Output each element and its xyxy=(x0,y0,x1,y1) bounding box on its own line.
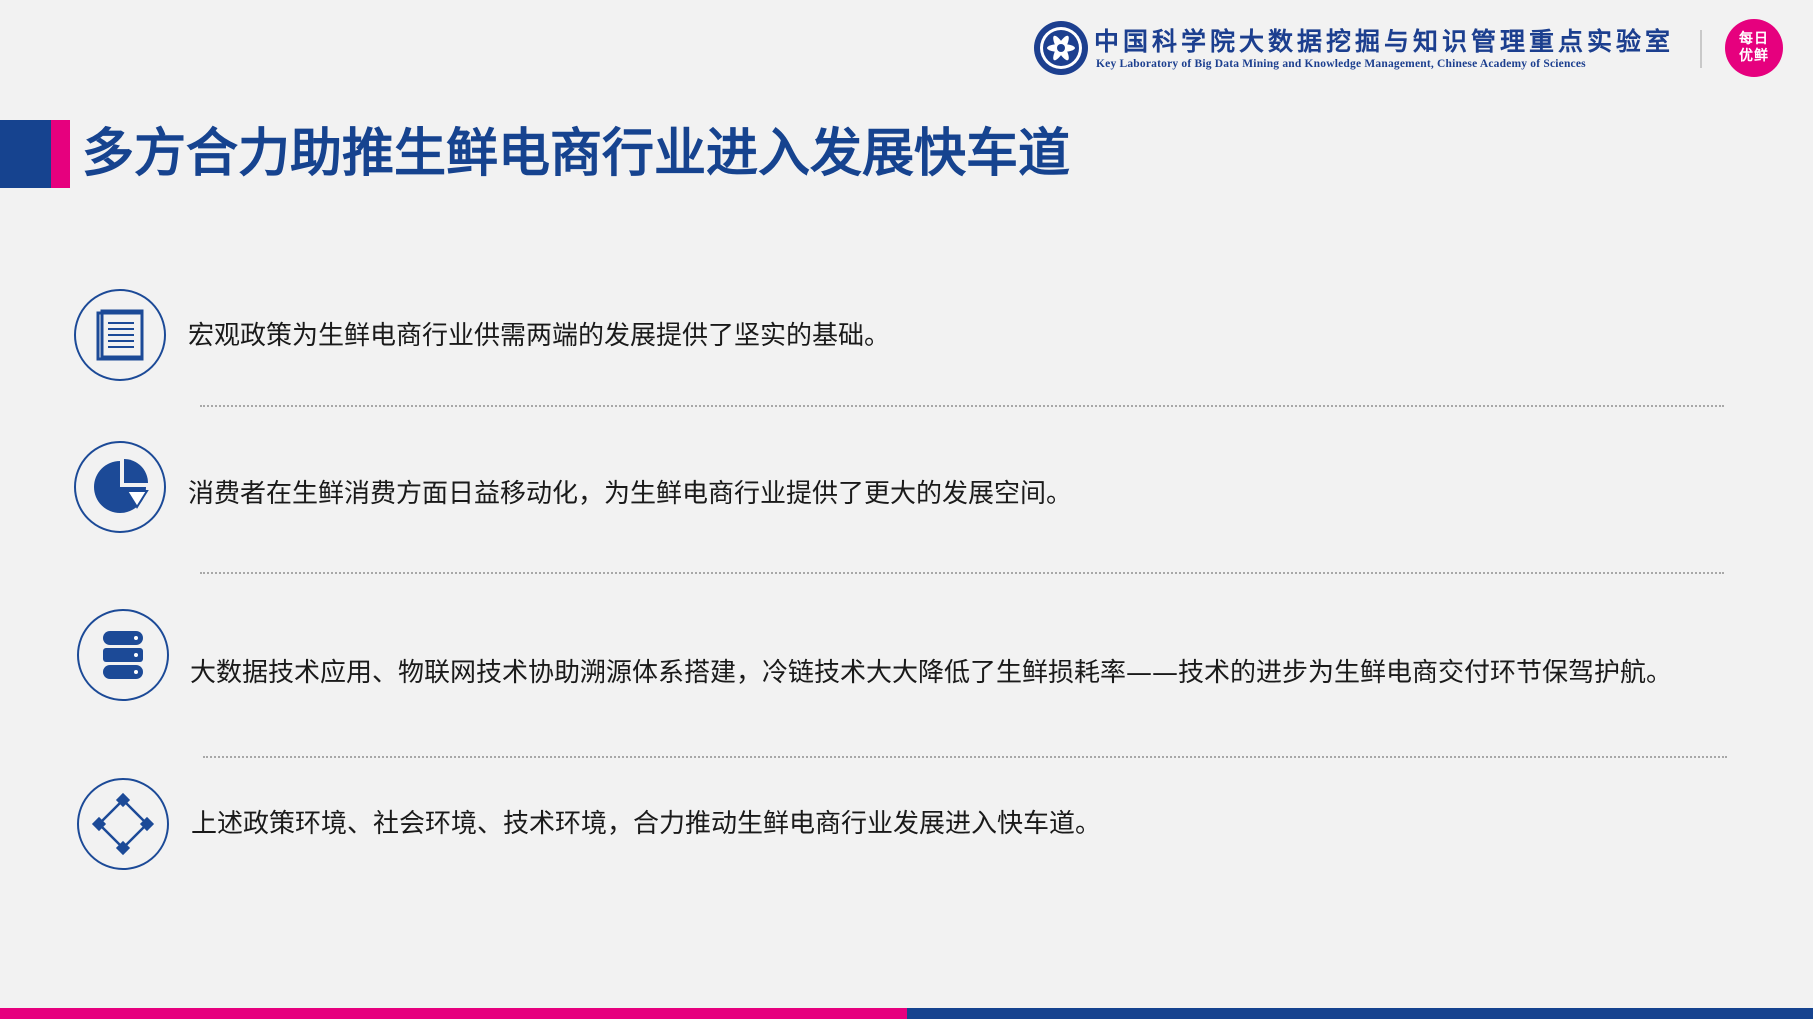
separator xyxy=(200,572,1724,574)
point-text-1: 宏观政策为生鲜电商行业供需两端的发展提供了坚实的基础。 xyxy=(188,321,891,351)
lab-name-cn: 中国科学院大数据挖掘与知识管理重点实验室 xyxy=(1094,27,1675,56)
pie-chart-icon xyxy=(74,441,166,533)
footer-bar-blue xyxy=(907,1008,1813,1019)
separator xyxy=(203,756,1727,758)
brand-badge-line2: 优鲜 xyxy=(1739,48,1769,64)
separator xyxy=(200,405,1724,407)
diamond-network-icon xyxy=(77,778,169,870)
title-accent-pink xyxy=(51,120,70,188)
lab-name-en: Key Laboratory of Big Data Mining and Kn… xyxy=(1096,58,1586,70)
cas-emblem-icon xyxy=(1033,20,1089,76)
brand-badge: 每日 优鲜 xyxy=(1725,19,1783,77)
page-title: 多方合力助推生鲜电商行业进入发展快车道 xyxy=(82,124,1071,184)
brand-badge-line1: 每日 xyxy=(1739,31,1769,47)
database-icon xyxy=(77,609,169,701)
point-text-4: 上述政策环境、社会环境、技术环境，合力推动生鲜电商行业发展进入快车道。 xyxy=(191,809,1102,839)
header-divider xyxy=(1700,30,1702,68)
point-text-2: 消费者在生鲜消费方面日益移动化，为生鲜电商行业提供了更大的发展空间。 xyxy=(188,479,1073,509)
footer-bar-pink xyxy=(0,1008,907,1019)
document-icon xyxy=(74,289,166,381)
title-accent-blue xyxy=(0,120,51,188)
point-text-3: 大数据技术应用、物联网技术协助溯源体系搭建，冷链技术大大降低了生鲜损耗率——技术… xyxy=(190,658,1673,688)
